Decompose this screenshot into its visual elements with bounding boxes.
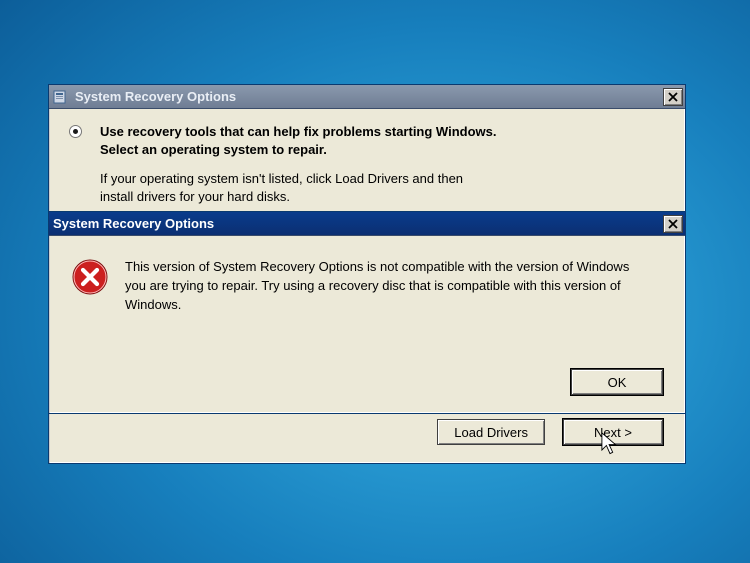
error-icon	[71, 258, 109, 296]
option-text: Use recovery tools that can help fix pro…	[100, 123, 496, 217]
ok-button[interactable]: OK	[571, 369, 663, 395]
next-button[interactable]: Next >	[563, 419, 663, 445]
parent-titlebar[interactable]: System Recovery Options	[49, 85, 685, 109]
parent-close-button[interactable]	[663, 88, 683, 106]
modal-body: This version of System Recovery Options …	[49, 236, 685, 315]
modal-close-button[interactable]	[663, 215, 683, 233]
modal-message: This version of System Recovery Options …	[125, 258, 645, 315]
parent-button-strip: Load Drivers Next >	[437, 419, 663, 445]
option-bold-line2: Select an operating system to repair.	[100, 142, 327, 157]
option-help-line1: If your operating system isn't listed, c…	[100, 171, 463, 186]
modal-titlebar[interactable]: System Recovery Options	[49, 212, 685, 236]
error-dialog: System Recovery Options This version of …	[48, 211, 686, 414]
load-drivers-button[interactable]: Load Drivers	[437, 419, 545, 445]
option-radio-use-recovery-tools[interactable]	[69, 125, 82, 138]
option-bold-line1: Use recovery tools that can help fix pro…	[100, 124, 496, 139]
modal-button-strip: OK	[571, 369, 663, 395]
modal-title: System Recovery Options	[53, 216, 214, 231]
close-icon	[668, 219, 678, 229]
parent-title: System Recovery Options	[75, 89, 236, 104]
option-help-line2: install drivers for your hard disks.	[100, 189, 290, 204]
app-icon	[53, 89, 69, 105]
close-icon	[668, 92, 678, 102]
